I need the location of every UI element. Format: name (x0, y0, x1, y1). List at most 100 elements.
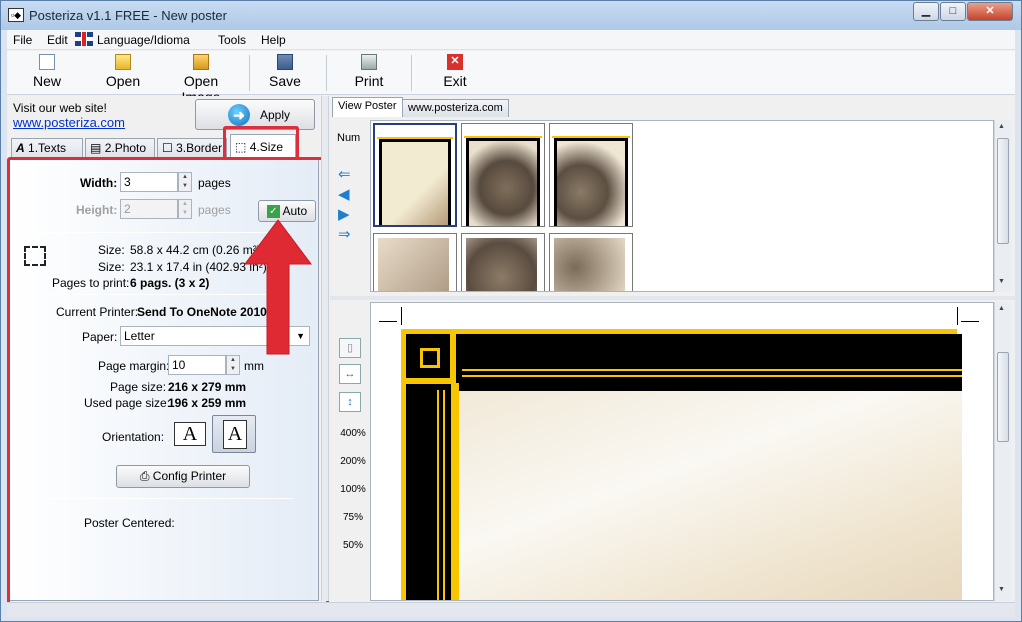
status-bar (7, 602, 1015, 617)
corner-ornament (406, 334, 456, 384)
thumbnail-image (382, 142, 448, 225)
page-thumbnail[interactable] (373, 233, 457, 291)
new-button[interactable]: New (25, 53, 69, 93)
app-icon: ▫◆ (8, 8, 24, 22)
scroll-down-icon[interactable]: ▼ (998, 278, 1005, 285)
page-thumbnail[interactable] (549, 233, 633, 291)
tab-photo-label: 2.Photo (104, 141, 147, 155)
new-label: New (32, 73, 61, 89)
border-stripe (443, 390, 445, 600)
page-thumbnail[interactable] (461, 123, 545, 227)
zoom-50[interactable]: 50% (336, 540, 370, 551)
tab-border-label: 3.Border (176, 141, 223, 155)
app-window: ▫◆ Posteriza v1.1 FREE - New poster ▁ □ … (0, 0, 1022, 622)
border-stripe (462, 369, 962, 371)
tab-border[interactable]: ☐ 3.Border (157, 138, 227, 159)
exit-label: Exit (443, 73, 467, 89)
page-thumbnail[interactable] (549, 123, 633, 227)
preview-scrollbar[interactable]: ▲ ▼ (994, 302, 1011, 601)
save-label: Save (269, 73, 301, 89)
border-stripe (462, 375, 962, 377)
menu-edit[interactable]: Edit (47, 33, 68, 47)
print-label: Print (354, 73, 384, 89)
zoom-75[interactable]: 75% (336, 512, 370, 523)
left-arrow-icon[interactable]: ◀ (338, 187, 354, 202)
page-thumbnails (370, 120, 994, 292)
open-button[interactable]: Open (103, 53, 143, 93)
fit-page-icon[interactable]: ▯ (339, 338, 361, 358)
thumbnail-image (554, 238, 625, 291)
zoom-200[interactable]: 200% (336, 456, 370, 467)
window-title: Posteriza v1.1 FREE - New poster (29, 8, 227, 23)
fit-height-icon[interactable]: ↕ (339, 392, 361, 412)
close-button[interactable]: ✕ (967, 2, 1013, 21)
toolbar: New Open Open Image Save Print ✕ (7, 51, 1015, 105)
corner-square-icon (420, 348, 440, 368)
border-icon: ☐ (162, 141, 173, 155)
apply-label: Apply (260, 108, 291, 122)
open-folder-icon (115, 54, 131, 70)
poster-image (459, 391, 962, 600)
page-thumbnail[interactable] (373, 123, 457, 227)
scrollbar-thumb[interactable] (997, 352, 1009, 442)
crop-mark (957, 307, 958, 325)
num-label: Num (337, 132, 361, 144)
minimize-button[interactable]: ▁ (913, 2, 939, 21)
fit-width-icon[interactable]: ↔ (339, 364, 361, 384)
photo-icon: ▤ (90, 141, 102, 155)
texts-icon: A (16, 141, 25, 155)
tab-highlight-box (223, 126, 299, 160)
open-image-button[interactable]: Open Image (163, 53, 239, 105)
save-button[interactable]: Save (266, 53, 304, 93)
crop-mark (379, 321, 397, 322)
tab-posteriza-website[interactable]: www.posteriza.com (402, 99, 509, 117)
uk-flag-icon (75, 32, 93, 46)
title-bar: ▫◆ Posteriza v1.1 FREE - New poster ▁ □ … (1, 1, 1021, 30)
maximize-button[interactable]: □ (940, 2, 966, 21)
left-panel: Visit our web site! www.posteriza.com ➜ … (7, 96, 329, 608)
visit-text: Visit our web site! (13, 101, 107, 115)
thumbnail-image (378, 238, 449, 291)
toolbar-separator (249, 55, 250, 91)
tab-view-poster[interactable]: View Poster (332, 97, 403, 117)
menu-bar: File Edit Language/Idioma Tools Help (7, 30, 1015, 50)
zoom-400[interactable]: 400% (336, 428, 370, 439)
new-document-icon (39, 54, 55, 70)
splitter[interactable] (321, 96, 329, 601)
menu-file[interactable]: File (13, 33, 32, 47)
red-arrow-annotation (244, 219, 312, 355)
exit-button[interactable]: ✕ Exit (436, 53, 474, 93)
toolbar-separator (411, 55, 412, 91)
print-button[interactable]: Print (350, 53, 388, 93)
scrollbar-thumb[interactable] (997, 138, 1009, 244)
splitter[interactable] (330, 296, 1015, 300)
tab-texts[interactable]: A 1.Texts (11, 138, 83, 159)
menu-language[interactable]: Language/Idioma (97, 33, 190, 47)
client-area: File Edit Language/Idioma Tools Help New… (7, 30, 1015, 617)
page-thumbnail[interactable] (461, 233, 545, 291)
thumbnail-image (466, 238, 537, 291)
right-arrow-icon[interactable]: ▶ (338, 207, 354, 222)
menu-tools[interactable]: Tools (218, 33, 246, 47)
open-image-icon (193, 54, 209, 70)
double-right-arrow-icon[interactable]: ⇒ (338, 227, 354, 242)
open-label: Open (105, 73, 141, 89)
scroll-up-icon[interactable]: ▲ (998, 123, 1005, 130)
thumbnail-image (469, 141, 537, 226)
exit-icon: ✕ (447, 54, 463, 70)
floppy-disk-icon (277, 54, 293, 70)
double-left-arrow-icon[interactable]: ⇐ (338, 167, 354, 182)
border-stripe (437, 390, 439, 600)
poster-preview (370, 302, 994, 601)
crop-mark (961, 321, 979, 322)
tab-photo[interactable]: ▤ 2.Photo (85, 138, 155, 159)
scroll-down-icon[interactable]: ▼ (998, 586, 1005, 593)
website-link[interactable]: www.posteriza.com (13, 115, 125, 130)
thumbnail-image (557, 141, 625, 226)
zoom-100[interactable]: 100% (336, 484, 370, 495)
right-panel: View Poster www.posteriza.com Num ⇐ ◀ ▶ … (330, 96, 1015, 601)
menu-help[interactable]: Help (261, 33, 286, 47)
scroll-up-icon[interactable]: ▲ (998, 305, 1005, 312)
crop-mark (401, 307, 402, 325)
thumbnails-scrollbar[interactable]: ▲ ▼ (994, 120, 1011, 292)
